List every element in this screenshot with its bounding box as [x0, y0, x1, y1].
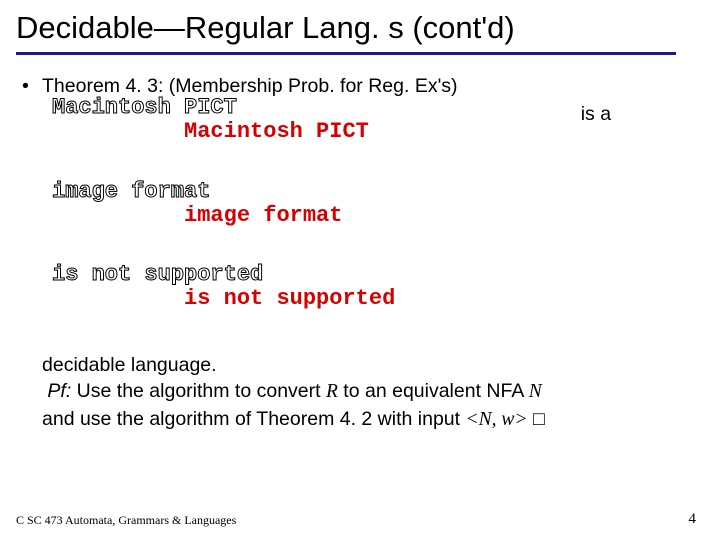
pict-and-isa-row: Macintosh PICT Macintosh PICT image form…: [42, 101, 700, 352]
text-is-a: is a: [581, 101, 611, 127]
footer-left: C SC 473 Automata, Grammars & Languages: [16, 513, 236, 528]
pf-label: Pf:: [47, 380, 71, 402]
var-R: R: [326, 381, 338, 402]
pf-text-2: to an equivalent NFA: [338, 380, 529, 402]
pict-line-2: image format image format: [52, 203, 342, 270]
slide: Decidable—Regular Lang. s (cont'd) • The…: [0, 0, 720, 540]
pict-line-1: Macintosh PICT Macintosh PICT: [52, 119, 369, 186]
content-area: • Theorem 4. 3: (Membership Prob. for Re…: [0, 55, 720, 433]
proof-line-1: Pf: Use the algorithm to convert R to an…: [42, 378, 700, 405]
and-text: and use the algorithm of Theorem 4. 2 wi…: [42, 408, 465, 430]
line-decidable: decidable language.: [42, 352, 700, 378]
bullet-marker: •: [20, 73, 42, 99]
missing-pict-placeholder: Macintosh PICT Macintosh PICT image form…: [52, 101, 395, 352]
var-N: N: [529, 381, 542, 402]
pf-text-1: Use the algorithm to convert: [71, 380, 326, 402]
page-number: 4: [689, 511, 697, 528]
proof-line-2: and use the algorithm of Theorem 4. 2 wi…: [42, 406, 700, 433]
qed-box: □: [528, 408, 545, 430]
slide-title: Decidable—Regular Lang. s (cont'd): [0, 0, 720, 52]
tuple-nw: <N, w>: [465, 409, 527, 430]
pict-line-3: is not supported is not supported: [52, 286, 395, 353]
